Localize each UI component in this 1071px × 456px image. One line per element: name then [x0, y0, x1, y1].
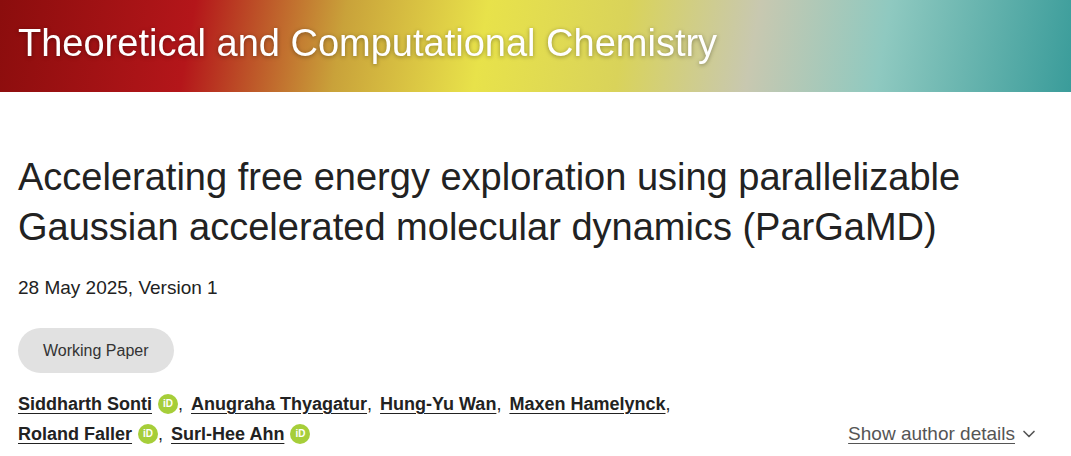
author-separator: ,	[367, 389, 372, 419]
author: Maxen Hamelynck,	[509, 389, 670, 419]
author-name[interactable]: Surl-Hee Ahn	[171, 419, 284, 449]
author: Siddharth Sonti iD,	[18, 389, 183, 419]
paper-type-badge: Working Paper	[18, 328, 174, 373]
chevron-down-icon	[1019, 424, 1039, 444]
paper-title: Accelerating free energy exploration usi…	[18, 152, 1053, 252]
orcid-icon[interactable]: iD	[290, 424, 310, 444]
author-separator: ,	[496, 389, 501, 419]
author-name[interactable]: Hung-Yu Wan	[380, 389, 496, 419]
author-separator: ,	[178, 389, 183, 419]
paper-info: Accelerating free energy exploration usi…	[0, 92, 1071, 449]
author-separator: ,	[158, 419, 163, 449]
show-author-details-button[interactable]: Show author details	[848, 419, 1039, 449]
author-name[interactable]: Siddharth Sonti	[18, 389, 152, 419]
author-name[interactable]: Anugraha Thyagatur	[191, 389, 367, 419]
author-name[interactable]: Maxen Hamelynck	[509, 389, 665, 419]
author-separator: ,	[665, 389, 670, 419]
author-name[interactable]: Roland Faller	[18, 419, 132, 449]
banner-title: Theoretical and Computational Chemistry	[18, 20, 717, 72]
orcid-icon[interactable]: iD	[158, 394, 178, 414]
author: Roland Faller iD,	[18, 419, 163, 449]
author-list: Siddharth SontiiD,Anugraha Thyagatur,Hun…	[18, 389, 778, 449]
paper-date-version: 28 May 2025, Version 1	[18, 276, 1053, 300]
orcid-icon[interactable]: iD	[138, 424, 158, 444]
page: Theoretical and Computational Chemistry A…	[0, 0, 1071, 456]
author: Surl-Hee Ahn iD	[171, 419, 310, 449]
subject-banner[interactable]: Theoretical and Computational Chemistry	[0, 0, 1071, 92]
author: Anugraha Thyagatur,	[191, 389, 372, 419]
author: Hung-Yu Wan,	[380, 389, 501, 419]
